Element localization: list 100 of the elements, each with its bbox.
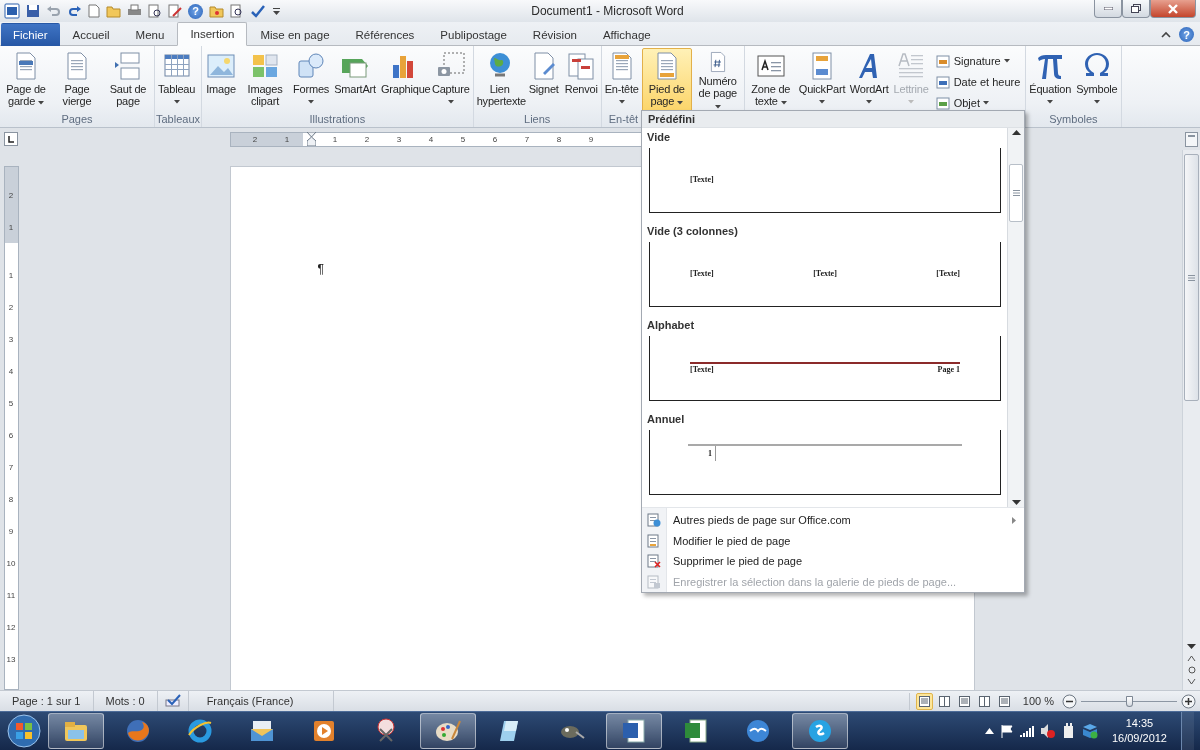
- ruler-number: 1: [332, 134, 338, 144]
- zoom-in-icon[interactable]: [1181, 693, 1196, 709]
- footer-preview[interactable]: [Texte] Page 1: [649, 335, 1001, 401]
- ruler-number: 9: [588, 134, 594, 144]
- ribbon-tab[interactable]: Fichier: [1, 23, 60, 46]
- previous-page-icon[interactable]: [1187, 654, 1196, 662]
- taskbar-app[interactable]: [48, 713, 104, 749]
- ribbon-button[interactable]: Page de garde: [1, 48, 51, 112]
- paragraph-mark: ¶: [317, 262, 324, 276]
- folder-star-icon[interactable]: [209, 4, 224, 18]
- taskbar-app[interactable]: [606, 713, 662, 749]
- menu-item[interactable]: Modifier le pied de page: [642, 530, 1024, 551]
- save-icon[interactable]: [26, 4, 40, 18]
- proofing-icon[interactable]: [163, 694, 182, 708]
- ribbon-tab[interactable]: Accueil: [59, 23, 123, 46]
- caret-icon: [818, 100, 825, 104]
- ribbon-button[interactable]: Équation: [1027, 48, 1074, 112]
- gallery-scrollbar[interactable]: [1007, 128, 1024, 507]
- show-hidden-icons-icon[interactable]: [984, 728, 994, 734]
- ribbon-button[interactable]: Image: [203, 48, 240, 112]
- minimize-icon: [1103, 7, 1113, 10]
- ruler-number: 3: [8, 334, 14, 344]
- start-orb-icon[interactable]: [6, 713, 42, 749]
- footer-preview[interactable]: [Texte] [Texte] [Texte]: [649, 241, 1001, 307]
- speaker-muted-icon[interactable]: [1039, 723, 1056, 739]
- zoom-icon[interactable]: [230, 4, 244, 18]
- ribbon-button[interactable]: Saut de page: [103, 48, 153, 112]
- zoom-level[interactable]: 100 %: [1022, 695, 1062, 707]
- ribbon-button[interactable]: SmartArt: [332, 48, 378, 112]
- ruler-number: 9: [8, 526, 14, 536]
- power-plug-icon[interactable]: [1061, 723, 1076, 739]
- print-preview-icon[interactable]: [148, 4, 162, 18]
- collapse-ribbon-icon[interactable]: [1161, 31, 1171, 38]
- ribbon-button[interactable]: Tableau: [156, 48, 198, 112]
- ribbon-button[interactable]: Renvoi: [562, 48, 600, 112]
- zoom-out-icon[interactable]: [1062, 693, 1077, 709]
- redo-icon[interactable]: [68, 4, 82, 18]
- box-icon[interactable]: [1081, 723, 1098, 739]
- ribbon-button[interactable]: Symbole: [1074, 48, 1120, 112]
- close-button[interactable]: [1150, 0, 1196, 18]
- ribbon-button[interactable]: En-tête: [602, 48, 641, 112]
- ruler-number: 8: [8, 494, 14, 504]
- ribbon-button[interactable]: Pied de page: [641, 48, 692, 112]
- ruler-number: 10: [6, 558, 16, 568]
- spelling-check-icon[interactable]: [250, 4, 266, 18]
- flag-icon[interactable]: [999, 724, 1014, 738]
- brush-icon[interactable]: [168, 4, 182, 18]
- ruler-number: 13: [6, 654, 16, 664]
- new-document-icon[interactable]: [88, 4, 100, 18]
- printer-icon[interactable]: [127, 4, 142, 18]
- group-label: Illustrations: [308, 112, 367, 127]
- clock[interactable]: 14:35 16/09/2012: [1103, 716, 1175, 746]
- menu-item[interactable]: Autres pieds de page sur Office.com: [642, 510, 1024, 531]
- caret-icon: [677, 101, 684, 105]
- ribbon-button[interactable]: Formes: [291, 48, 332, 112]
- slider-thumb[interactable]: [1126, 695, 1133, 707]
- ribbon-tab[interactable]: Mise en page: [247, 23, 343, 46]
- next-page-icon[interactable]: [1187, 678, 1196, 686]
- scroll-down-icon[interactable]: [1187, 644, 1196, 650]
- placeholder-text: [Texte]: [690, 269, 714, 279]
- ribbon-tab[interactable]: Insertion: [177, 22, 248, 46]
- footer-preview[interactable]: 1: [649, 429, 1001, 495]
- view-button[interactable]: [915, 692, 933, 710]
- app-logo-icon[interactable]: [4, 3, 20, 19]
- ribbon-button[interactable]: Signet: [525, 48, 562, 112]
- restore-button[interactable]: [1122, 0, 1150, 18]
- ribbon-button[interactable]: Lien hypertexte: [474, 48, 525, 112]
- ribbon-tab[interactable]: Révision: [519, 23, 590, 46]
- vertical-scrollbar[interactable]: [1182, 150, 1200, 690]
- gallery-header: Prédéfini: [642, 111, 1024, 128]
- ribbon-tab[interactable]: Références: [342, 23, 428, 46]
- placeholder-text: [Texte]: [690, 364, 714, 374]
- ribbon-button[interactable]: Capture: [429, 48, 472, 112]
- scroll-thumb[interactable]: [1009, 163, 1023, 222]
- ribbon-tab[interactable]: Publipostage: [427, 23, 520, 46]
- ruler-number: 8: [556, 134, 562, 144]
- group-label: Tableaux: [156, 112, 201, 127]
- ruler-number: 12: [6, 622, 16, 632]
- ruler-toggle-icon[interactable]: [1185, 131, 1198, 147]
- ribbon-tab[interactable]: Menu: [122, 23, 178, 46]
- taskbar-app[interactable]: [420, 713, 476, 749]
- ribbon-button[interactable]: Images clipart: [240, 48, 291, 112]
- ribbon-button[interactable]: Numéro de page: [692, 48, 743, 112]
- scroll-thumb[interactable]: [1184, 154, 1199, 401]
- caret-icon: [308, 100, 315, 104]
- customize-toolbar-icon[interactable]: [272, 5, 281, 17]
- ribbon-button[interactable]: Page vierge: [52, 48, 102, 112]
- clock-time: 14:35: [1125, 716, 1154, 731]
- ribbon-small-button[interactable]: Date et heure: [935, 73, 1021, 91]
- browse-object-icon[interactable]: [1187, 666, 1196, 674]
- taskbar-app[interactable]: [792, 713, 848, 749]
- signal-bars-icon[interactable]: [1019, 725, 1034, 737]
- ruler-number: 2: [364, 134, 370, 144]
- ribbon-tab[interactable]: Affichage: [589, 23, 664, 46]
- footer-preview[interactable]: [Texte]: [649, 147, 1001, 213]
- menu-item[interactable]: Supprimer le pied de page: [642, 551, 1024, 572]
- ribbon-small-button[interactable]: Objet: [935, 94, 1021, 112]
- ribbon-button[interactable]: Graphique: [378, 48, 429, 112]
- tab-selector-icon[interactable]: [4, 132, 18, 146]
- ribbon-small-button[interactable]: Signature: [935, 52, 1021, 70]
